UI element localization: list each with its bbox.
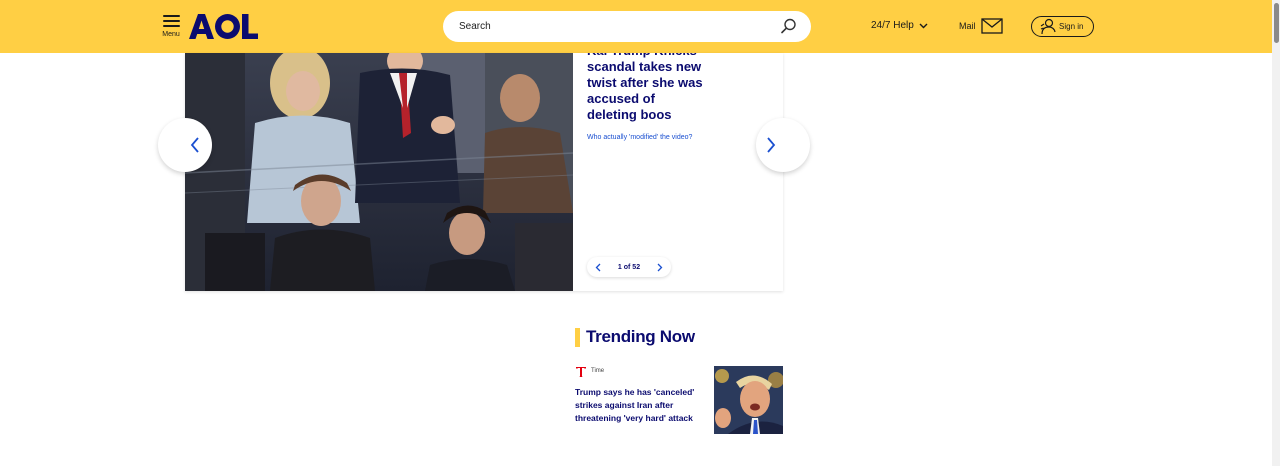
headline-clip: Kai Trump Knicks scandal takes new twist… bbox=[185, 53, 783, 291]
scrollbar-thumb[interactable] bbox=[1274, 3, 1279, 43]
carousel-next-button[interactable] bbox=[756, 118, 810, 172]
carousel-headline[interactable]: Kai Trump Knicks scandal takes new twist… bbox=[587, 53, 705, 123]
aol-logo[interactable] bbox=[189, 14, 259, 39]
top-header: Menu 24/7 Help Mail Sign bbox=[0, 0, 1280, 53]
scrollbar-track[interactable] bbox=[1272, 0, 1280, 466]
carousel-prev-button[interactable] bbox=[158, 118, 212, 172]
trending-accent-bar bbox=[575, 328, 580, 347]
help-menu[interactable]: 24/7 Help bbox=[871, 20, 928, 31]
time-logo-icon bbox=[576, 367, 586, 377]
mail-link[interactable]: Mail bbox=[959, 18, 1003, 34]
chevron-down-icon bbox=[919, 23, 928, 28]
trending-title: Trending Now bbox=[586, 327, 695, 346]
story-thumbnail[interactable] bbox=[714, 366, 783, 434]
menu-button[interactable]: Menu bbox=[158, 14, 184, 42]
search-box bbox=[443, 11, 811, 42]
envelope-icon bbox=[980, 18, 1003, 34]
carousel-pager: 1 of 52 bbox=[587, 257, 671, 277]
pager-prev-icon[interactable] bbox=[595, 263, 601, 272]
story-title[interactable]: Trump says he has 'canceled' strikes aga… bbox=[575, 386, 705, 425]
search-icon[interactable] bbox=[781, 18, 797, 34]
chevron-left-icon bbox=[190, 137, 199, 153]
trending-story[interactable]: Time Trump says he has 'canceled' strike… bbox=[575, 366, 783, 434]
pager-next-icon[interactable] bbox=[657, 263, 663, 272]
sign-in-label: Sign in bbox=[1059, 22, 1084, 31]
user-icon bbox=[1040, 18, 1056, 35]
hamburger-icon bbox=[162, 14, 180, 28]
mail-label: Mail bbox=[959, 21, 976, 31]
search-input[interactable] bbox=[459, 11, 769, 42]
chevron-right-icon bbox=[767, 137, 776, 153]
pager-count: 1 of 52 bbox=[617, 263, 641, 271]
sign-in-button[interactable]: Sign in bbox=[1031, 16, 1094, 37]
help-label: 24/7 Help bbox=[871, 20, 914, 31]
carousel-card[interactable]: Kai Trump Knicks scandal takes new twist… bbox=[185, 53, 783, 291]
story-source: Time bbox=[591, 368, 605, 374]
menu-label: Menu bbox=[162, 31, 180, 38]
carousel-subhead[interactable]: Who actually 'modified' the video? bbox=[587, 134, 692, 141]
